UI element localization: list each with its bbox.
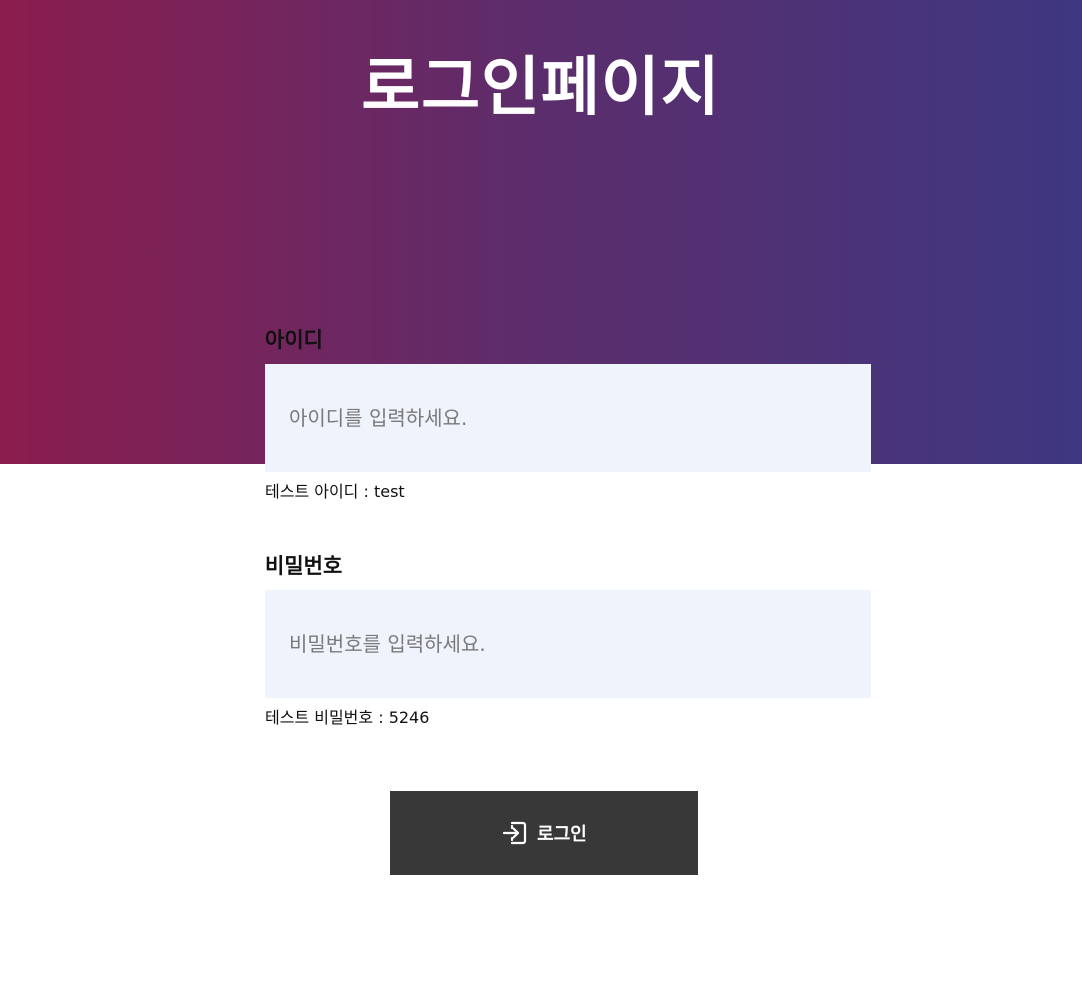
- login-form: 아이디 테스트 아이디 : test 비밀번호 테스트 비밀번호 : 5246: [265, 320, 871, 738]
- password-hint: 테스트 비밀번호 : 5246: [265, 708, 430, 727]
- login-icon: [501, 819, 529, 847]
- password-input[interactable]: [265, 590, 871, 698]
- id-label: 아이디: [265, 328, 323, 352]
- id-input[interactable]: [265, 364, 871, 472]
- field-spacer: [265, 512, 871, 546]
- id-hint: 테스트 아이디 : test: [265, 482, 405, 501]
- login-button[interactable]: 로그인: [390, 791, 698, 875]
- page-title: 로그인페이지: [361, 51, 721, 125]
- login-button-label: 로그인: [537, 824, 587, 845]
- password-label: 비밀번호: [265, 554, 343, 578]
